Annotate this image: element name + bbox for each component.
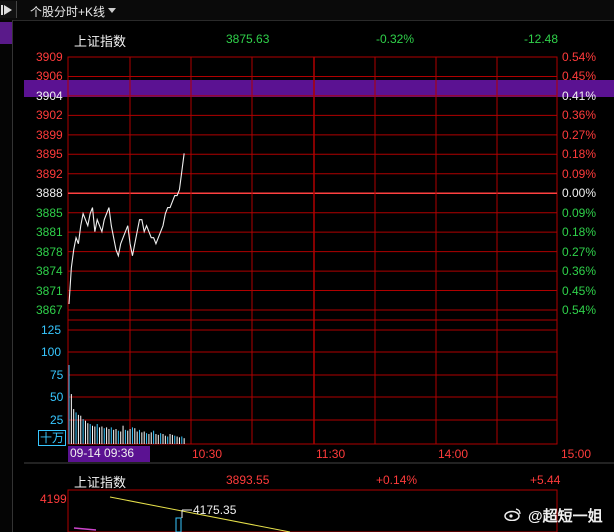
- y-price-label: 3867: [36, 303, 63, 317]
- y-price-label: 3899: [36, 127, 63, 142]
- footer-pct: +0.14%: [376, 473, 418, 487]
- y-pct-label: 0.09%: [562, 166, 597, 181]
- bottom-frame: [67, 489, 558, 532]
- volume-axis-label: 100: [41, 345, 62, 359]
- volume-unit-label: 十万: [38, 430, 66, 446]
- kline-annotation: 4175.35: [193, 503, 237, 517]
- y-pct-label: 0.18%: [562, 147, 597, 162]
- price-line: [68, 153, 185, 305]
- footer-change: +5.44: [530, 473, 561, 487]
- y-pct-label: 0.27%: [562, 244, 597, 259]
- y-price-label: 3906: [36, 69, 63, 84]
- y-price-label: 3871: [36, 283, 63, 298]
- y-pct-label: 0.27%: [562, 127, 597, 142]
- y-price-label: 3904: [36, 88, 63, 103]
- kline-candle: [175, 517, 182, 532]
- y-pct-label: 0.41%: [562, 88, 597, 103]
- y-pct-label: 0.54%: [562, 50, 597, 64]
- volume-bars-layer: [68, 364, 185, 444]
- volume-axis-label: 50: [50, 390, 64, 404]
- y-price-label: 3909: [36, 50, 63, 64]
- y-price-label: 3881: [36, 225, 63, 240]
- y-price-label: 3895: [36, 147, 63, 162]
- y-price-label: 3885: [36, 205, 63, 220]
- y-pct-label: 0.54%: [562, 303, 597, 317]
- volume-axis-label: 25: [50, 413, 64, 427]
- y-pct-label: 0.09%: [562, 205, 597, 220]
- y-price-label: 3888: [36, 186, 63, 201]
- bottom-kline-layer: [73, 496, 291, 532]
- y-price-label: 3902: [36, 108, 63, 123]
- y-pct-label: 0.36%: [562, 264, 597, 279]
- watermark-text: @超短一姐: [528, 508, 603, 525]
- volume-axis-label: 125: [41, 323, 62, 337]
- y-pct-label: 0.45%: [562, 69, 597, 84]
- time-label-1130: 11:30: [316, 447, 346, 461]
- time-label-1030: 10:30: [192, 447, 223, 461]
- y-pct-label: 0.36%: [562, 108, 597, 123]
- cursor-time-box: 09-14 09:36: [68, 446, 150, 462]
- price-line-layer: [68, 153, 185, 305]
- time-label-1500: 15:00: [561, 447, 592, 461]
- y-pct-label: 0.00%: [562, 186, 597, 201]
- ma-line-2: [73, 527, 97, 531]
- bottom-axis-price: 4199: [40, 492, 67, 506]
- footer-index-name: 上证指数: [74, 475, 127, 490]
- time-label-1400: 14:00: [438, 447, 469, 461]
- y-price-label: 3892: [36, 166, 63, 181]
- y-price-label: 3878: [36, 244, 63, 259]
- y-pct-label: 0.18%: [562, 225, 597, 240]
- y-price-label: 3874: [36, 264, 63, 279]
- volume-axis-label: 75: [50, 368, 64, 382]
- y-pct-label: 0.45%: [562, 283, 597, 298]
- footer-price: 3893.55: [226, 473, 270, 487]
- weibo-icon: [504, 508, 521, 521]
